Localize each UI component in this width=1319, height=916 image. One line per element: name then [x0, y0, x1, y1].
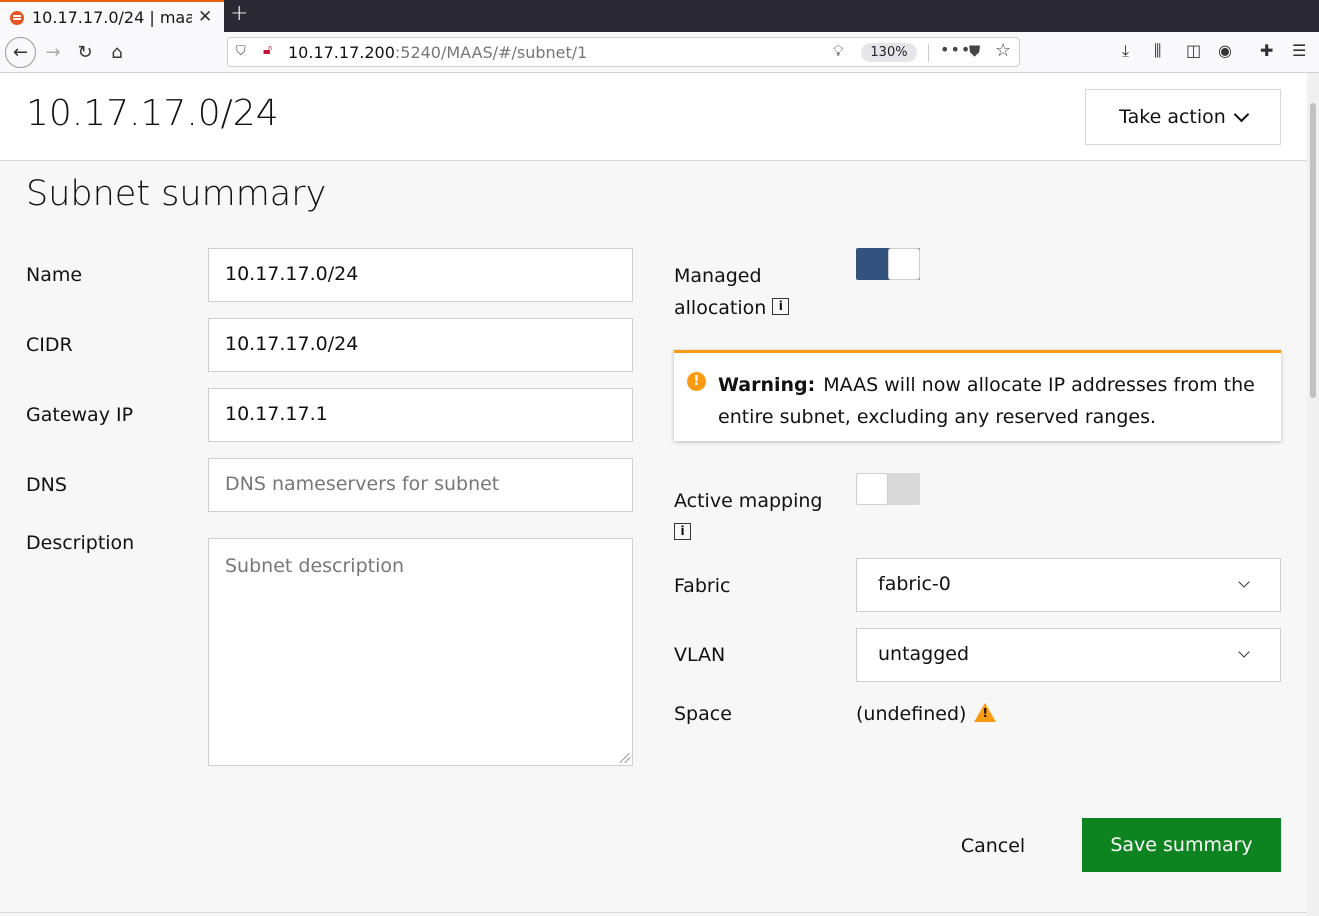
gateway-ip-input[interactable]: 10.17.17.1 [208, 388, 633, 442]
resize-handle-icon[interactable] [620, 753, 630, 763]
browser-tab[interactable]: 10.17.17.0/24 | maas ✕ [0, 0, 224, 32]
description-textarea[interactable]: Subnet description [208, 538, 633, 766]
lightbulb-icon[interactable]: 💡︎ [833, 42, 844, 60]
tracking-shield-icon[interactable]: ⛉ [236, 44, 246, 59]
managed-allocation-toggle[interactable] [856, 248, 920, 280]
vlan-selected-value: untagged [878, 643, 970, 665]
space-value: (undefined) [856, 703, 997, 725]
info-icon[interactable]: i [772, 298, 790, 315]
vlan-label: VLAN [674, 644, 726, 666]
reload-icon[interactable]: ↻ [71, 38, 99, 66]
chevron-down-icon [1233, 106, 1250, 122]
active-mapping-toggle[interactable] [856, 473, 920, 505]
forward-arrow-icon[interactable]: → [39, 38, 67, 66]
toggle-knob [856, 473, 888, 505]
bottom-divider [0, 912, 1307, 913]
name-input[interactable]: 10.17.17.0/24 [208, 248, 633, 302]
bookmark-star-icon[interactable]: ☆ [995, 40, 1011, 61]
active-mapping-label: Active mapping i [674, 490, 823, 540]
account-icon[interactable]: ◉ [1218, 41, 1232, 60]
take-action-button[interactable]: Take action [1085, 89, 1281, 145]
library-icon[interactable]: ⫼ [1154, 41, 1161, 61]
sidebar-icon[interactable]: ◫ [1186, 41, 1201, 60]
warning-triangle-icon [974, 703, 997, 722]
dns-label: DNS [26, 474, 67, 496]
cidr-input[interactable]: 10.17.17.0/24 [208, 318, 633, 372]
dns-input[interactable]: DNS nameservers for subnet [208, 458, 633, 512]
extensions-icon[interactable]: ✚ [1260, 41, 1273, 60]
tab-title: 10.17.17.0/24 | maas [32, 8, 192, 27]
page-actions-icon[interactable]: ••• [940, 40, 971, 59]
description-placeholder: Subnet description [225, 555, 405, 577]
pocket-icon[interactable]: ⛊ [969, 42, 980, 60]
back-arrow-icon[interactable]: ← [5, 37, 36, 68]
space-label: Space [674, 703, 732, 725]
warning-notification: ! Warning: MAAS will now allocate IP addr… [674, 350, 1281, 441]
managed-allocation-label: Managed allocation i [674, 260, 790, 324]
gateway-ip-label: Gateway IP [26, 404, 134, 426]
fabric-selected-value: fabric-0 [878, 573, 951, 595]
page-header: 10.17.17.0/24 Take action [0, 73, 1307, 161]
toggle-knob [888, 248, 920, 280]
cancel-button[interactable]: Cancel [940, 820, 1046, 872]
info-icon[interactable]: i [674, 523, 691, 540]
warning-circle-icon: ! [687, 372, 706, 391]
save-summary-button[interactable]: Save summary [1082, 818, 1281, 872]
cidr-label: CIDR [26, 334, 73, 356]
page-title: 10.17.17.0/24 [26, 93, 279, 134]
url-text[interactable]: 10.17.17.200:5240/MAAS/#/subnet/1 [288, 43, 587, 62]
maas-favicon-icon [10, 11, 24, 25]
chevron-down-icon [1238, 646, 1250, 658]
close-tab-icon[interactable]: ✕ [198, 7, 212, 27]
chevron-down-icon [1238, 576, 1250, 588]
url-divider [928, 44, 929, 62]
description-label: Description [26, 532, 135, 554]
page-scrollbar[interactable] [1307, 73, 1319, 916]
zoom-level-badge[interactable]: 130% [861, 43, 917, 62]
section-title: Subnet summary [26, 174, 327, 214]
new-tab-icon[interactable]: + [230, 1, 248, 26]
downloads-icon[interactable]: ⤓ [1122, 41, 1129, 61]
fabric-label: Fabric [674, 575, 731, 597]
browser-nav-bar: ← → ↻ ⌂ ⛉ 🔓︎ 10.17.17.200:5240/MAAS/#/su… [0, 32, 1319, 73]
url-bar[interactable]: ⛉ 🔓︎ 10.17.17.200:5240/MAAS/#/subnet/1 💡… [227, 37, 1020, 67]
scrollbar-thumb[interactable] [1310, 103, 1316, 398]
home-icon[interactable]: ⌂ [103, 38, 131, 66]
menu-icon[interactable]: ☰ [1292, 41, 1306, 60]
insecure-lock-icon[interactable]: 🔓︎ [263, 42, 272, 58]
vlan-select[interactable]: untagged [856, 628, 1281, 682]
warning-message: Warning: MAAS will now allocate IP addres… [718, 374, 1255, 428]
name-label: Name [26, 264, 83, 286]
take-action-label: Take action [1119, 106, 1226, 128]
fabric-select[interactable]: fabric-0 [856, 558, 1281, 612]
browser-tab-bar: 10.17.17.0/24 | maas ✕ + [0, 0, 1319, 32]
